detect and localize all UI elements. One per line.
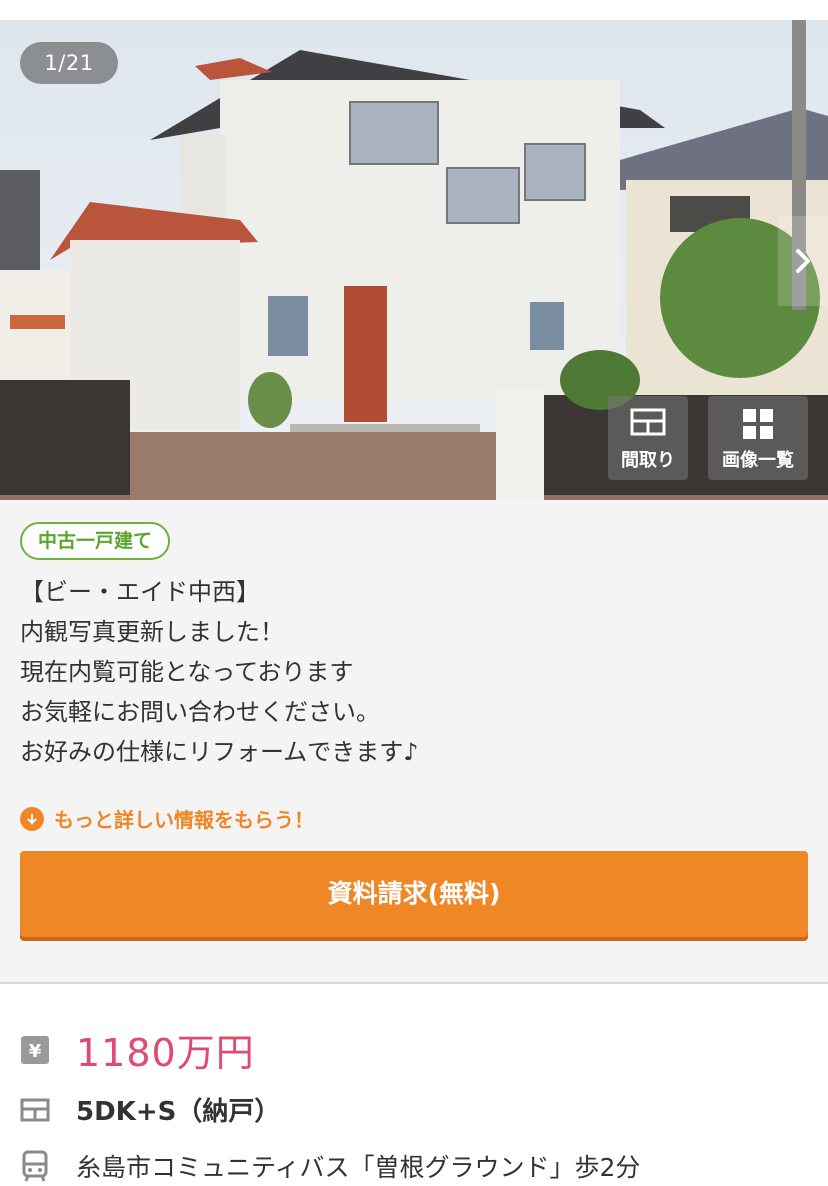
next-photo-button[interactable] bbox=[778, 216, 828, 306]
more-info-link[interactable]: もっと詳しい情報をもらう！ bbox=[20, 804, 314, 833]
access-value: 糸島市コミュニティバス「曽根グラウンド」歩2分 bbox=[76, 1153, 641, 1182]
property-type-badge: 中古一戸建て bbox=[20, 522, 171, 560]
chevron-right-icon bbox=[796, 249, 810, 273]
svg-text:¥: ¥ bbox=[29, 1041, 42, 1062]
house-photo[interactable] bbox=[0, 20, 828, 500]
photo-counter: 1/21 bbox=[20, 42, 118, 84]
floorplan-button[interactable]: 間取り bbox=[608, 396, 688, 480]
arrow-down-circle-icon bbox=[20, 806, 44, 831]
layout-row: 5DK+S（納戸） bbox=[20, 1091, 280, 1128]
top-strip bbox=[0, 0, 828, 20]
photo-gallery[interactable]: 1/21 間取り 画像一覧 bbox=[0, 20, 828, 500]
property-summary: 中古一戸建て 【ビー・エイド中西】 内観写真更新しました！ 現在内覧可能となって… bbox=[0, 500, 828, 984]
image-list-button[interactable]: 画像一覧 bbox=[708, 396, 808, 480]
request-info-button[interactable]: 資料請求(無料) bbox=[20, 851, 808, 937]
price-row: ¥ 1180万円 bbox=[20, 1022, 255, 1077]
more-info-label: もっと詳しい情報をもらう！ bbox=[54, 808, 314, 832]
layout-value: 5DK+S（納戸） bbox=[76, 1097, 281, 1127]
floorplan-label: 間取り bbox=[621, 450, 675, 471]
image-list-label: 画像一覧 bbox=[722, 450, 794, 471]
floorplan-icon bbox=[630, 408, 666, 436]
grid-icon bbox=[743, 409, 773, 439]
access-row: 糸島市コミュニティバス「曽根グラウンド」歩2分 bbox=[20, 1148, 640, 1184]
property-description: 【ビー・エイド中西】 内観写真更新しました！ 現在内覧可能となっております お気… bbox=[20, 578, 419, 766]
price-value: 1180万円 bbox=[76, 1031, 255, 1075]
yen-icon: ¥ bbox=[20, 1035, 50, 1065]
bus-icon bbox=[20, 1150, 50, 1182]
floorplan-icon bbox=[20, 1095, 50, 1125]
